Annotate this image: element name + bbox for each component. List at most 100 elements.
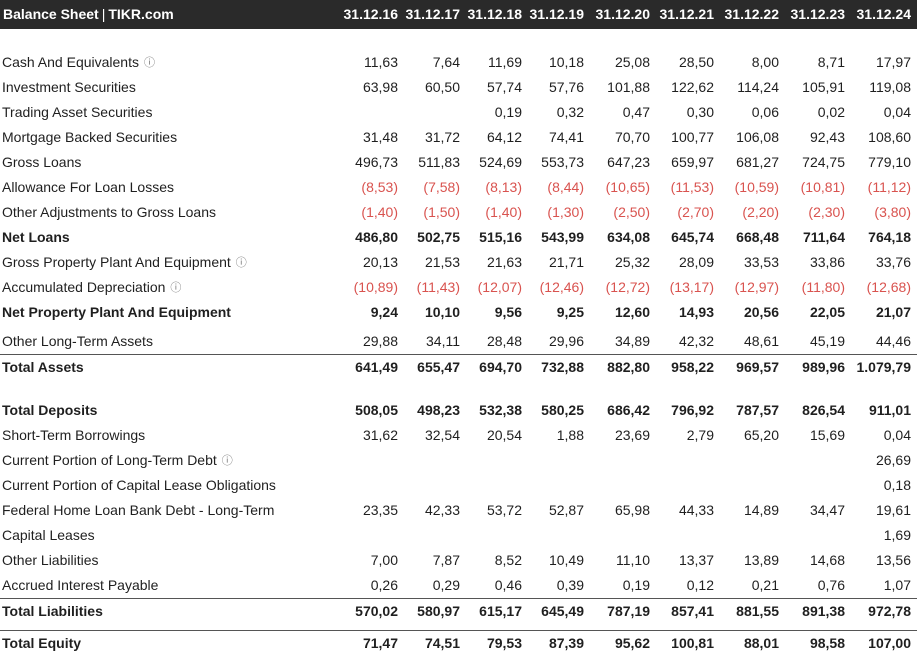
value-cell: 1,69 <box>883 527 911 543</box>
value-cell: 779,10 <box>868 154 911 170</box>
table-row: Investment Securities 63,98 60,50 57,74 57,7… <box>0 75 917 100</box>
value-cell: 13,56 <box>875 552 911 568</box>
info-icon[interactable]: ⓘ <box>222 449 233 474</box>
row-label-text: Other Liabilities <box>2 552 99 568</box>
row-divider <box>0 354 917 355</box>
value-cell: 108,60 <box>868 129 911 145</box>
row-label: Mortgage Backed Securities <box>2 125 177 150</box>
row-label-text: Net Property Plant And Equipment <box>2 304 231 320</box>
value-cell: (12,68) <box>866 279 911 295</box>
value-cell: 19,61 <box>875 502 911 518</box>
row-label: Current Portion of Capital Lease Obligat… <box>2 473 276 498</box>
table-row: Total Assets 641,49 655,47 694,70 732,88 882,… <box>0 355 917 380</box>
row-label: Other Adjustments to Gross Loans <box>2 200 216 225</box>
row-label: Cash And Equivalents ⓘ <box>2 50 155 76</box>
row-label: Total Assets <box>2 355 84 380</box>
row-label-text: Mortgage Backed Securities <box>2 129 178 145</box>
row-label-text: Total Deposits <box>2 402 98 418</box>
row-label-text: Accumulated Depreciation <box>2 279 166 295</box>
info-icon[interactable]: ⓘ <box>170 276 181 301</box>
table-row: Net Loans 486,80 502,75 515,16 543,99 634,08 6… <box>0 225 917 250</box>
row-label-text: Cash And Equivalents <box>2 54 139 70</box>
value-cell: 972,78 <box>868 603 911 619</box>
row-label-text: Total Equity <box>2 635 82 651</box>
row-label: Total Deposits <box>2 398 97 423</box>
row-label: Net Property Plant And Equipment <box>2 300 231 325</box>
table-header: Balance Sheet | TIKR.com 31.12.16 31.12.17 3… <box>0 0 917 29</box>
row-label: Accrued Interest Payable <box>2 573 158 598</box>
row-label: Current Portion of Long-Term Debt ⓘ <box>2 448 233 474</box>
value-cell: 0,04 <box>883 427 911 443</box>
value-cell: 0,18 <box>883 477 911 493</box>
value-cell: 26,69 <box>875 452 911 468</box>
table-row: Other Long-Term Assets 29,88 34,11 28,48 29,… <box>0 329 917 354</box>
table-row: Capital Leases 1,69 <box>0 523 917 548</box>
row-label-text: Total Assets <box>2 359 84 375</box>
row-label-text: Capital Leases <box>2 527 95 543</box>
row-label-text: Current Portion of Capital Lease Obligat… <box>2 477 276 493</box>
table-row: Total Equity 71,47 74,51 79,53 87,39 95,62 100… <box>0 631 917 656</box>
table-row: Current Portion of Long-Term Debt ⓘ 26,69 <box>0 448 917 473</box>
source-name: TIKR.com <box>108 6 174 22</box>
row-label: Capital Leases <box>2 523 95 548</box>
row-label: Total Liabilities <box>2 599 103 624</box>
value-cell: 21,07 <box>875 304 911 320</box>
value-cell: (11,12) <box>867 179 911 195</box>
value-cell: 44,46 <box>875 333 911 349</box>
table-row: Total Deposits 508,05 498,23 532,38 580,25 68… <box>0 398 917 423</box>
table-row: Trading Asset Securities 0,19 0,32 0,47 0,30… <box>0 100 917 125</box>
value-cell: 107,00 <box>868 635 911 651</box>
row-label-text: Trading Asset Securities <box>2 104 153 120</box>
row-label-text: Accrued Interest Payable <box>2 577 159 593</box>
value-cell: 0,04 <box>883 104 911 120</box>
value-cell: 1,07 <box>883 577 911 593</box>
row-label-text: Allowance For Loan Losses <box>2 179 174 195</box>
row-label: Federal Home Loan Bank Debt - Long-Term <box>2 498 274 523</box>
row-label: Trading Asset Securities <box>2 100 152 125</box>
table-row: Allowance For Loan Losses (8,53) (7,58) (8,… <box>0 175 917 200</box>
row-label: Investment Securities <box>2 75 136 100</box>
value-cell: 33,76 <box>875 254 911 270</box>
table-row: Other Liabilities 7,00 7,87 8,52 10,49 11,10 1… <box>0 548 917 573</box>
table-row: Mortgage Backed Securities 31,48 31,72 64,1… <box>0 125 917 150</box>
table-row: Short-Term Borrowings 31,62 32,54 20,54 1,88… <box>0 423 917 448</box>
table-row: Other Adjustments to Gross Loans (1,40) (1… <box>0 200 917 225</box>
row-label-text: Total Liabilities <box>2 603 103 619</box>
row-label-text: Federal Home Loan Bank Debt - Long-Term <box>2 502 275 518</box>
info-icon[interactable]: ⓘ <box>144 51 155 76</box>
row-label-text: Net Loans <box>2 229 70 245</box>
row-label: Allowance For Loan Losses <box>2 175 174 200</box>
value-cell: 119,08 <box>869 79 911 95</box>
row-label: Other Liabilities <box>2 548 99 573</box>
row-label: Accumulated Depreciation ⓘ <box>2 275 181 301</box>
row-label: Gross Loans <box>2 150 81 175</box>
title-separator: | <box>101 6 106 22</box>
row-label: Gross Property Plant And Equipment ⓘ <box>2 250 247 276</box>
table-row: Cash And Equivalents ⓘ 11,63 7,64 11,69 10,18… <box>0 50 917 75</box>
value-cell: 17,97 <box>875 54 911 70</box>
table-row: Accrued Interest Payable 0,26 0,29 0,46 0,39… <box>0 573 917 598</box>
row-label: Net Loans <box>2 225 70 250</box>
row-label-text: Current Portion of Long-Term Debt <box>2 452 217 468</box>
info-icon[interactable]: ⓘ <box>236 251 247 276</box>
row-label: Short-Term Borrowings <box>2 423 145 448</box>
row-label-text: Investment Securities <box>2 79 136 95</box>
row-divider <box>0 598 917 599</box>
table-row: Net Property Plant And Equipment 9,24 10,1… <box>0 300 917 325</box>
value-cell: 764,18 <box>868 229 911 245</box>
period-header: 31.12.24 <box>856 6 912 22</box>
row-divider <box>0 630 917 631</box>
row-label-text: Gross Loans <box>2 154 82 170</box>
row-label-text: Short-Term Borrowings <box>2 427 146 443</box>
row-label: Total Equity <box>2 631 81 656</box>
row-label: Other Long-Term Assets <box>2 329 153 354</box>
value-cell: (3,80) <box>874 204 911 220</box>
table-row: Gross Loans 496,73 511,83 524,69 553,73 647,2… <box>0 150 917 175</box>
table-row: Gross Property Plant And Equipment ⓘ 20,13… <box>0 250 917 275</box>
sheet-title: Balance Sheet | TIKR.com <box>3 0 174 29</box>
title-text: Balance Sheet <box>3 6 99 22</box>
table-row: Federal Home Loan Bank Debt - Long-Term 2… <box>0 498 917 523</box>
row-label-text: Other Long-Term Assets <box>2 333 153 349</box>
table-row: Total Liabilities 570,02 580,97 615,17 645,4… <box>0 599 917 624</box>
row-label-text: Other Adjustments to Gross Loans <box>2 204 216 220</box>
